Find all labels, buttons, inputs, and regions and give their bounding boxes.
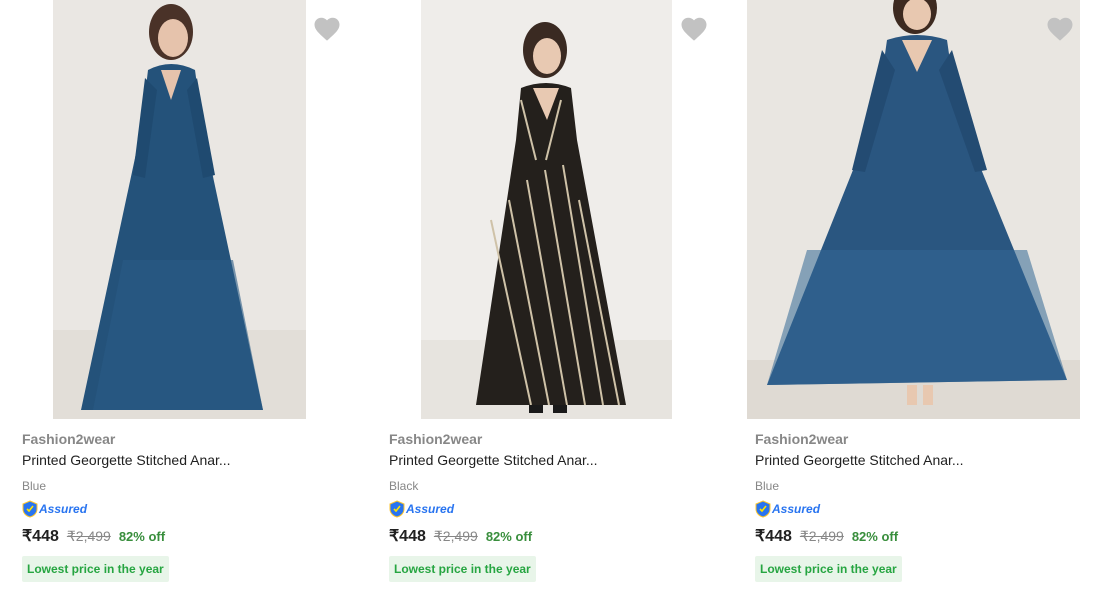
blue-flared-anarkali-dress-photo (747, 0, 1080, 419)
selling-price: ₹448 (389, 528, 426, 545)
product-title[interactable]: Printed Georgette Stitched Anar... (755, 452, 964, 468)
price-row: ₹448 ₹2,499 82% off (389, 526, 532, 546)
black-striped-anarkali-dress-photo (421, 0, 672, 419)
assured-shield-icon (755, 500, 771, 518)
discount-percent: 82% off (118, 529, 166, 544)
selling-price: ₹448 (755, 528, 792, 545)
discount-percent: 82% off (851, 529, 899, 544)
product-color: Blue (22, 479, 47, 493)
assured-shield-icon (22, 500, 38, 518)
selling-price: ₹448 (22, 528, 59, 545)
deal-badge: Lowest price in the year (389, 556, 536, 582)
deal-badge: Lowest price in the year (22, 556, 169, 582)
price-row: ₹448 ₹2,499 82% off (755, 526, 898, 546)
assured-badge: Assured (389, 500, 454, 518)
product-color: Blue (755, 479, 780, 493)
product-card[interactable]: Fashion2wear Printed Georgette Stitched … (747, 0, 1100, 591)
blue-anarkali-dress-photo (53, 0, 306, 419)
product-title[interactable]: Printed Georgette Stitched Anar... (22, 452, 231, 468)
assured-badge: Assured (755, 500, 820, 518)
wishlist-heart-icon[interactable] (312, 14, 342, 44)
product-brand: Fashion2wear (389, 431, 483, 447)
price-row: ₹448 ₹2,499 82% off (22, 526, 165, 546)
product-card[interactable]: Fashion2wear Printed Georgette Stitched … (389, 0, 734, 591)
wishlist-heart-icon[interactable] (1045, 14, 1075, 44)
original-price: ₹2,499 (66, 528, 111, 544)
product-image[interactable] (421, 0, 672, 419)
product-brand: Fashion2wear (22, 431, 116, 447)
deal-badge: Lowest price in the year (755, 556, 902, 582)
assured-badge: Assured (22, 500, 87, 518)
product-brand: Fashion2wear (755, 431, 849, 447)
product-title[interactable]: Printed Georgette Stitched Anar... (389, 452, 598, 468)
product-color: Black (389, 479, 419, 493)
product-card[interactable]: Fashion2wear Printed Georgette Stitched … (22, 0, 367, 591)
wishlist-heart-icon[interactable] (679, 14, 709, 44)
original-price: ₹2,499 (799, 528, 844, 544)
product-grid: Fashion2wear Printed Georgette Stitched … (0, 0, 1115, 591)
assured-label: Assured (406, 502, 455, 516)
original-price: ₹2,499 (433, 528, 478, 544)
product-image[interactable] (747, 0, 1080, 419)
assured-label: Assured (39, 502, 88, 516)
discount-percent: 82% off (485, 529, 533, 544)
assured-label: Assured (772, 502, 821, 516)
product-image[interactable] (53, 0, 306, 419)
assured-shield-icon (389, 500, 405, 518)
